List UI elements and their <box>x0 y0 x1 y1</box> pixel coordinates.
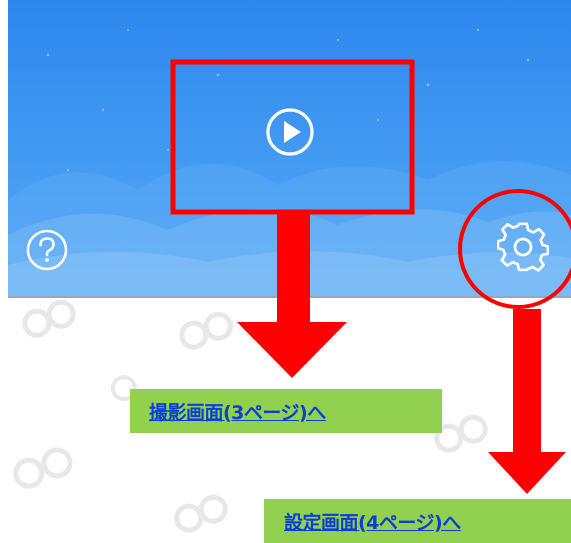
settings-highlight-circle <box>458 189 571 309</box>
manual-page: 撮影画面(3ページ)へ 設定画面(4ページ)へ <box>0 0 571 543</box>
settings-screen-link-box: 設定画面(4ページ)へ <box>264 499 571 543</box>
settings-arrow <box>488 309 566 494</box>
play-highlight-box <box>170 59 415 215</box>
capture-screen-link-box: 撮影画面(3ページ)へ <box>130 389 442 433</box>
settings-screen-link[interactable]: 設定画面(4ページ)へ <box>284 508 461 535</box>
capture-arrow <box>237 212 347 378</box>
annotation-overlay <box>170 59 571 494</box>
capture-screen-link[interactable]: 撮影画面(3ページ)へ <box>149 398 326 425</box>
